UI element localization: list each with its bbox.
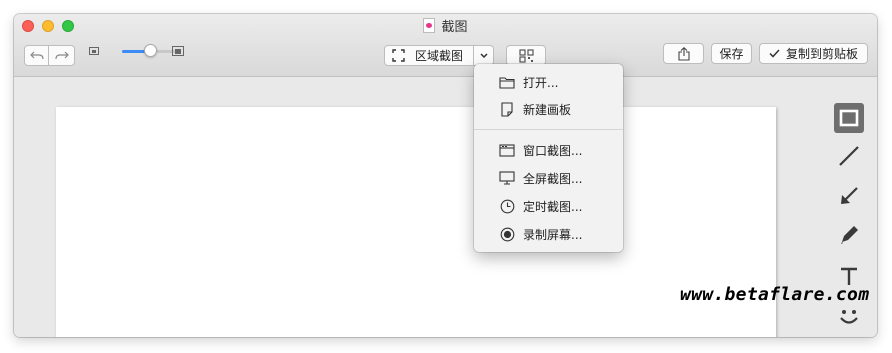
menu-item-record-screen[interactable]: 录制屏幕... xyxy=(474,224,623,244)
checkmark-icon xyxy=(769,49,780,58)
menu-item-open[interactable]: 打开... xyxy=(474,72,623,92)
menu-item-label: 定时截图... xyxy=(523,199,583,214)
smiley-icon xyxy=(840,310,858,324)
arrow-icon xyxy=(841,187,858,204)
clock-icon xyxy=(498,198,516,214)
copy-to-clipboard-button[interactable]: 复制到剪贴板 xyxy=(759,43,868,64)
line-tool[interactable] xyxy=(834,141,864,171)
chevron-down-icon xyxy=(479,52,488,58)
emoji-tool[interactable] xyxy=(834,302,864,332)
pen-tool[interactable] xyxy=(834,220,864,250)
menu-item-label: 窗口截图... xyxy=(523,143,583,158)
zoom-out-icon[interactable] xyxy=(89,47,99,55)
undo-icon xyxy=(29,51,44,59)
capture-mode-label: 区域截图 xyxy=(415,49,464,63)
region-capture-icon xyxy=(392,49,405,62)
menu-item-label: 录制屏幕... xyxy=(523,227,583,242)
drawing-canvas[interactable] xyxy=(56,107,776,337)
menu-item-timed-capture[interactable]: 定时截图... xyxy=(474,196,623,216)
zoom-slider-knob[interactable] xyxy=(144,44,157,57)
qr-code-button[interactable] xyxy=(506,45,546,66)
copy-button-label: 复制到剪贴板 xyxy=(785,47,858,61)
share-icon xyxy=(677,46,690,61)
rectangle-icon xyxy=(839,109,859,127)
menu-separator xyxy=(474,129,623,130)
monitor-icon xyxy=(498,170,516,186)
menu-item-label: 新建画板 xyxy=(523,102,572,117)
folder-icon xyxy=(498,74,516,90)
watermark-text: www.betaflare.com xyxy=(680,284,870,305)
line-icon xyxy=(839,146,859,166)
share-button[interactable] xyxy=(663,43,704,64)
menu-item-label: 全屏截图... xyxy=(523,171,583,186)
capture-mode-button[interactable]: 区域截图 xyxy=(384,45,474,66)
capture-mode-dropdown-button[interactable] xyxy=(474,45,494,66)
title-bar: 截图 区域截图 保存 复制到剪贴板 xyxy=(14,14,877,77)
menu-item-window-capture[interactable]: 窗口截图... xyxy=(474,140,623,160)
save-button[interactable]: 保存 xyxy=(711,43,752,64)
app-document-icon xyxy=(423,18,436,33)
menu-item-new-canvas[interactable]: 新建画板 xyxy=(474,99,623,119)
pencil-icon xyxy=(841,226,858,244)
window-title-text: 截图 xyxy=(441,20,468,35)
capture-mode-menu: 打开... 新建画板 窗口截图... 全屏截图... 定时截图... 录制屏幕.… xyxy=(474,64,623,252)
qr-code-icon xyxy=(518,48,534,63)
arrow-tool[interactable] xyxy=(834,181,864,211)
record-icon xyxy=(498,226,516,242)
menu-item-label: 打开... xyxy=(523,75,559,90)
menu-item-fullscreen-capture[interactable]: 全屏截图... xyxy=(474,168,623,188)
window-title: 截图 xyxy=(14,18,877,36)
redo-button[interactable] xyxy=(49,45,75,66)
undo-button[interactable] xyxy=(24,45,49,66)
new-document-icon xyxy=(498,101,516,117)
window-capture-icon xyxy=(498,142,516,158)
rectangle-tool[interactable] xyxy=(834,103,864,133)
redo-icon xyxy=(54,51,69,59)
save-button-label: 保存 xyxy=(719,47,744,61)
zoom-in-icon[interactable] xyxy=(172,46,184,56)
